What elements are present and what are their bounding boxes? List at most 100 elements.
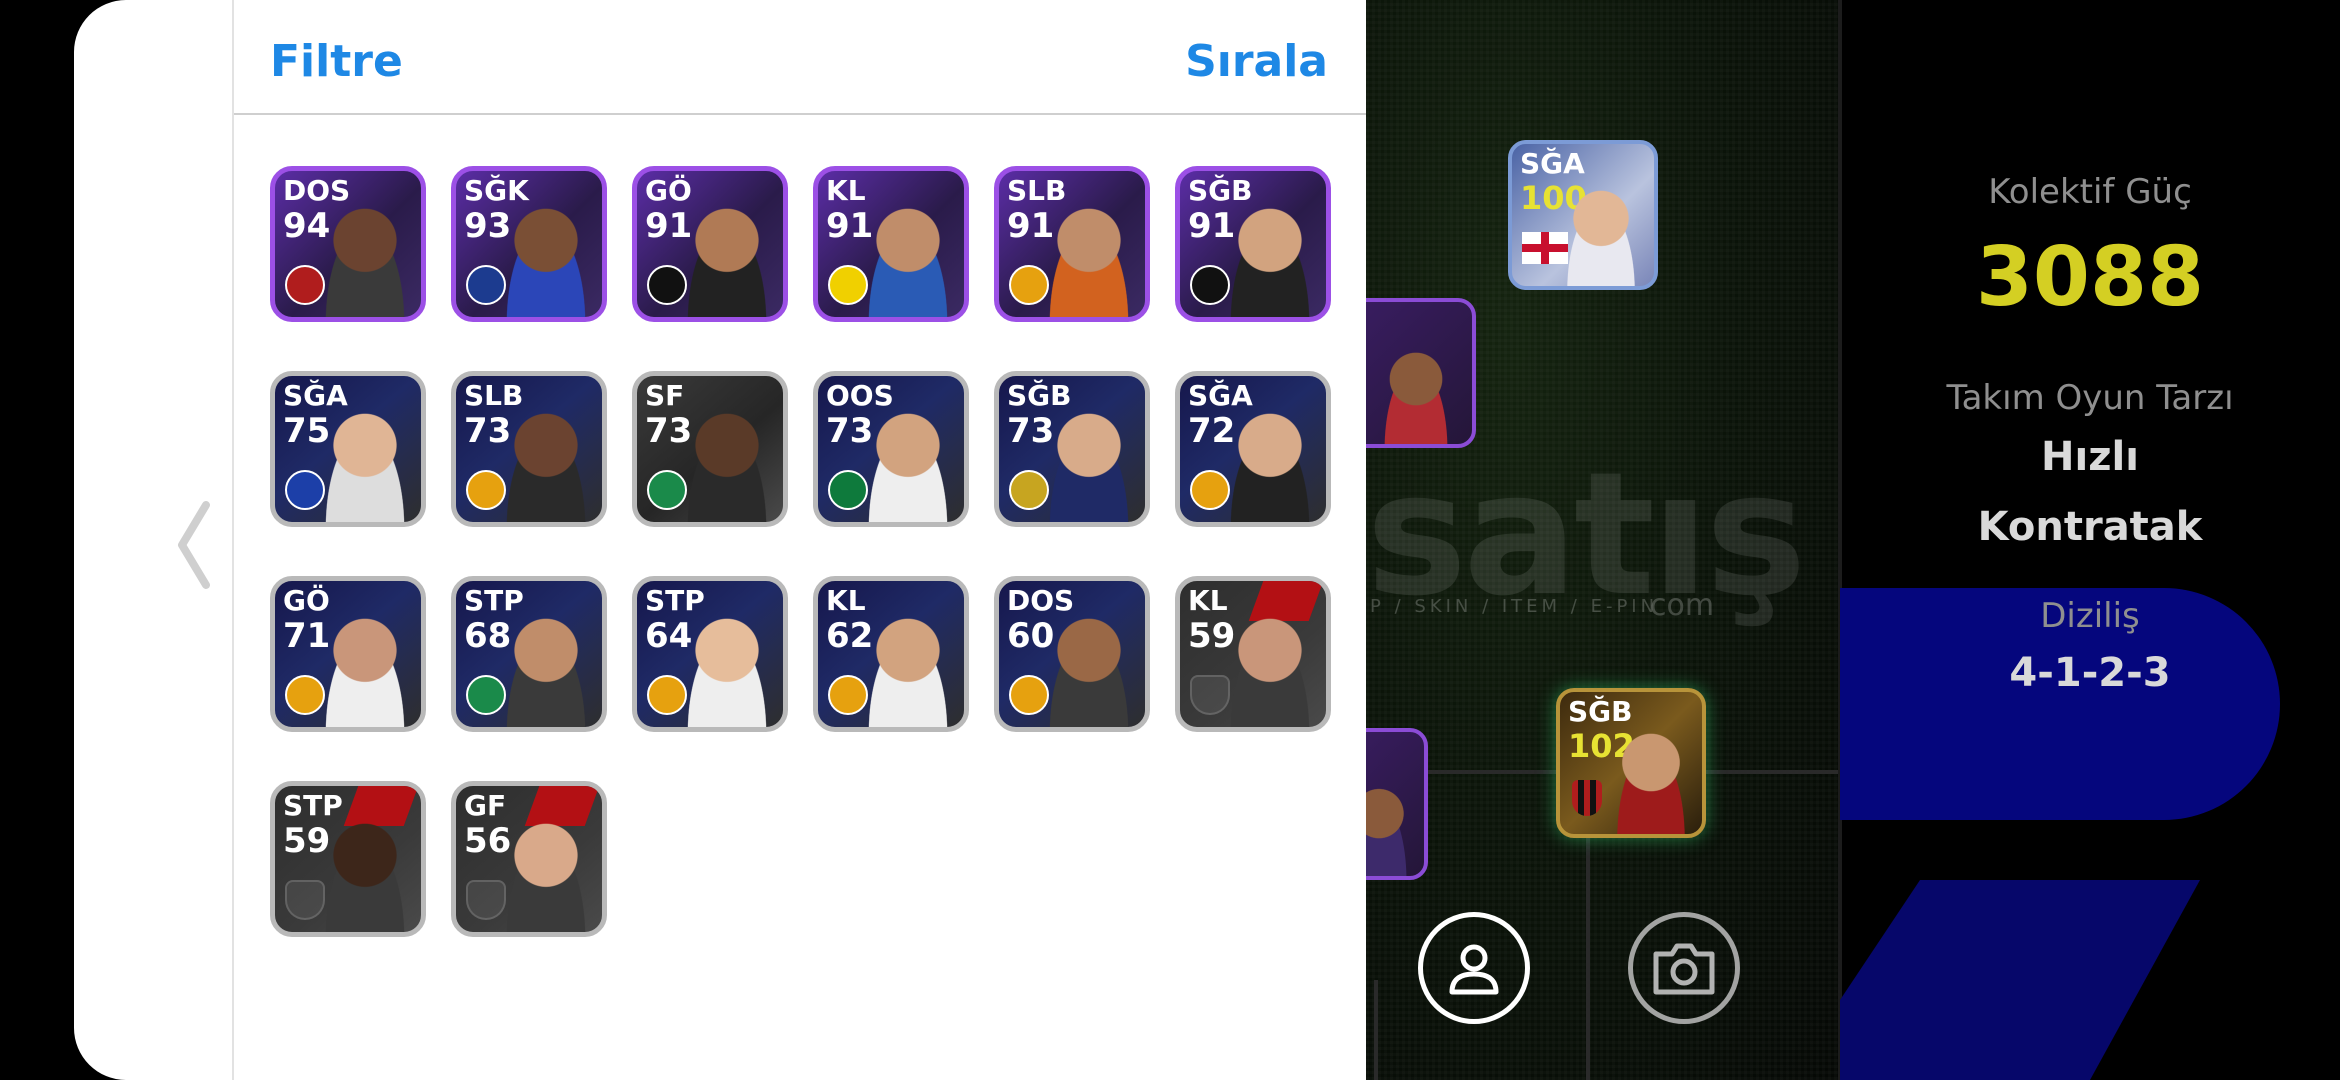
player-rating: 91 xyxy=(1007,206,1055,246)
player-card[interactable]: GÖ 91 xyxy=(632,166,788,322)
player-position: STP xyxy=(645,584,705,617)
player-rating: 75 xyxy=(283,411,331,451)
player-card[interactable]: SĞA 72 xyxy=(1175,371,1331,527)
player-rating: 94 xyxy=(283,206,331,246)
pitch-card-sgb[interactable]: SĞB 102 xyxy=(1556,688,1706,838)
player-position: KL xyxy=(826,174,866,207)
player-card[interactable]: SLB 73 xyxy=(451,371,607,527)
header-divider xyxy=(234,113,1366,115)
chevron-left-icon[interactable] xyxy=(170,495,220,595)
player-position: OOS xyxy=(826,379,894,412)
player-rating: 59 xyxy=(283,821,331,861)
player-card[interactable]: GF 56 xyxy=(451,781,607,937)
player-card[interactable]: SF 73 xyxy=(632,371,788,527)
player-position: SĞA xyxy=(283,379,348,412)
player-rating: 73 xyxy=(1007,411,1055,451)
player-position: SLB xyxy=(464,379,524,412)
club-badge-icon xyxy=(647,265,687,305)
player-rating: 68 xyxy=(464,616,512,656)
player-card[interactable]: STP 68 xyxy=(451,576,607,732)
player-card[interactable]: SĞB 73 xyxy=(994,371,1150,527)
team-stats-panel: Kolektif Güç 3088 Takım Oyun Tarzı Hızlı… xyxy=(1840,0,2340,1080)
formation-label: Diziliş xyxy=(2040,596,2140,636)
club-badge-icon xyxy=(466,470,506,510)
player-card[interactable]: STP 64 xyxy=(632,576,788,732)
player-card[interactable]: SĞA 75 xyxy=(270,371,426,527)
player-card[interactable]: KL 59 xyxy=(1175,576,1331,732)
player-card[interactable]: SĞB 91 xyxy=(1175,166,1331,322)
pitch-card-position: SĞA xyxy=(1520,147,1585,180)
club-badge-icon xyxy=(647,675,687,715)
club-badge-icon xyxy=(285,265,325,305)
player-card[interactable]: OOS 73 xyxy=(813,371,969,527)
player-card[interactable]: SĞK 93 xyxy=(451,166,607,322)
club-badge-icon xyxy=(1009,470,1049,510)
player-rating: 56 xyxy=(464,821,512,861)
player-card[interactable]: SLB 91 xyxy=(994,166,1150,322)
team-playstyle-value-line1: Hızlı xyxy=(2041,434,2139,480)
team-playstyle-value-line2: Kontratak xyxy=(1977,504,2203,550)
player-position: GÖ xyxy=(645,174,692,207)
collective-power-value: 3088 xyxy=(1975,230,2205,325)
club-badge-icon xyxy=(1009,265,1049,305)
club-badge-icon xyxy=(285,675,325,715)
player-rating: 93 xyxy=(464,206,512,246)
player-position: KL xyxy=(826,584,866,617)
player-position: SĞB xyxy=(1007,379,1072,412)
camera-button[interactable] xyxy=(1628,912,1740,1024)
club-badge-icon xyxy=(1190,265,1230,305)
player-position: DOS xyxy=(1007,584,1075,617)
formation-value: 4-1-2-3 xyxy=(2009,650,2171,696)
player-position: SĞA xyxy=(1188,379,1253,412)
club-badge-icon xyxy=(828,675,868,715)
player-position: KL xyxy=(1188,584,1228,617)
collective-power-label: Kolektif Güç xyxy=(1988,172,2192,212)
player-rating: 72 xyxy=(1188,411,1236,451)
player-rating: 73 xyxy=(645,411,693,451)
sort-button[interactable]: Sırala xyxy=(1128,36,1328,87)
empty-club-shield-icon xyxy=(466,880,506,920)
player-rating: 91 xyxy=(826,206,874,246)
panel-divider xyxy=(232,0,234,1080)
player-card[interactable]: GÖ 71 xyxy=(270,576,426,732)
player-card[interactable]: KL 91 xyxy=(813,166,969,322)
empty-club-shield-icon xyxy=(1190,675,1230,715)
club-badge-icon xyxy=(466,675,506,715)
watermark-domain: com xyxy=(1650,588,1715,623)
player-rating: 59 xyxy=(1188,616,1236,656)
empty-club-shield-icon xyxy=(285,880,325,920)
player-position: SĞK xyxy=(464,174,529,207)
player-rating: 91 xyxy=(1188,206,1236,246)
player-rating: 73 xyxy=(826,411,874,451)
team-playstyle-label: Takım Oyun Tarzı xyxy=(1946,378,2234,418)
pitch-card-position: SĞB xyxy=(1568,695,1633,728)
watermark-subtitle: P / SKIN / ITEM / E-PIN xyxy=(1370,596,1659,617)
filter-button[interactable]: Filtre xyxy=(270,36,403,87)
player-position: GÖ xyxy=(283,584,330,617)
player-position: SF xyxy=(645,379,685,412)
user-icon xyxy=(1449,944,1499,995)
player-face xyxy=(1376,344,1456,444)
player-card[interactable]: DOS 94 xyxy=(270,166,426,322)
player-face xyxy=(1608,724,1694,834)
player-position: SLB xyxy=(1007,174,1067,207)
camera-icon xyxy=(1653,943,1715,995)
profile-button[interactable] xyxy=(1418,912,1530,1024)
player-position: GF xyxy=(464,789,507,822)
player-face xyxy=(1558,182,1644,286)
club-badge-icon xyxy=(647,470,687,510)
player-rating: 91 xyxy=(645,206,693,246)
player-card[interactable]: KL 62 xyxy=(813,576,969,732)
player-rating: 62 xyxy=(826,616,874,656)
pitch-line xyxy=(1374,980,1378,1080)
club-badge-icon xyxy=(828,265,868,305)
club-badge-icon xyxy=(828,470,868,510)
player-card[interactable]: STP 59 xyxy=(270,781,426,937)
pitch-card-sga[interactable]: SĞA 100 xyxy=(1508,140,1658,290)
player-card[interactable]: DOS 60 xyxy=(994,576,1150,732)
club-badge-icon xyxy=(466,265,506,305)
player-position: SĞB xyxy=(1188,174,1253,207)
club-badge-icon xyxy=(1190,470,1230,510)
player-rating: 73 xyxy=(464,411,512,451)
player-position: STP xyxy=(464,584,524,617)
